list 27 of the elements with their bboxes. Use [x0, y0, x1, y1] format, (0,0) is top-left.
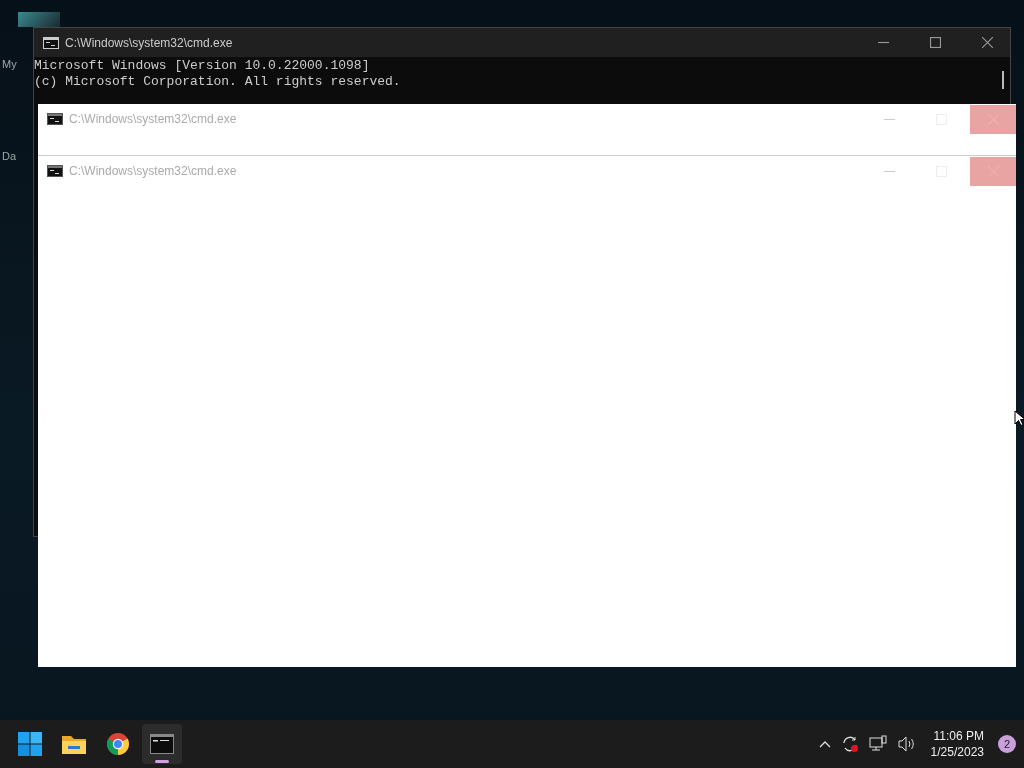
sync-icon[interactable]	[840, 735, 859, 753]
close-icon	[981, 37, 993, 48]
terminal-icon	[150, 734, 174, 754]
scrollbar-thumb[interactable]	[1002, 71, 1004, 89]
chevron-up-icon[interactable]	[818, 740, 831, 748]
folder-icon	[61, 733, 87, 755]
desktop-icon[interactable]	[18, 12, 60, 27]
window-title: C:\Windows\system32\cmd.exe	[69, 164, 237, 178]
speaker-icon[interactable]	[896, 735, 917, 753]
close-button[interactable]	[970, 104, 1016, 134]
maximize-icon	[929, 37, 941, 48]
console-line: (c) Microsoft Corporation. All rights reserved.	[34, 74, 401, 90]
desktop-icon-label[interactable]: My	[2, 58, 17, 70]
clock[interactable]: 11:06 PM 1/25/2023	[926, 728, 988, 760]
desktop-icon-label[interactable]: Da	[2, 150, 17, 162]
network-icon[interactable]	[868, 735, 887, 753]
console-line: Microsoft Windows [Version 10.0.22000.1098]	[34, 58, 370, 74]
terminal-icon	[47, 165, 63, 177]
browser-icon	[106, 732, 130, 756]
terminal-icon	[47, 113, 63, 125]
windows-logo-icon	[18, 732, 42, 756]
terminal-app-button[interactable]	[142, 724, 182, 764]
window-title: C:\Windows\system32\cmd.exe	[65, 35, 233, 50]
terminal-icon	[43, 36, 59, 49]
window-title: C:\Windows\system32\cmd.exe	[69, 112, 237, 126]
close-button[interactable]	[970, 156, 1016, 186]
notification-badge[interactable]: 2	[998, 735, 1016, 753]
